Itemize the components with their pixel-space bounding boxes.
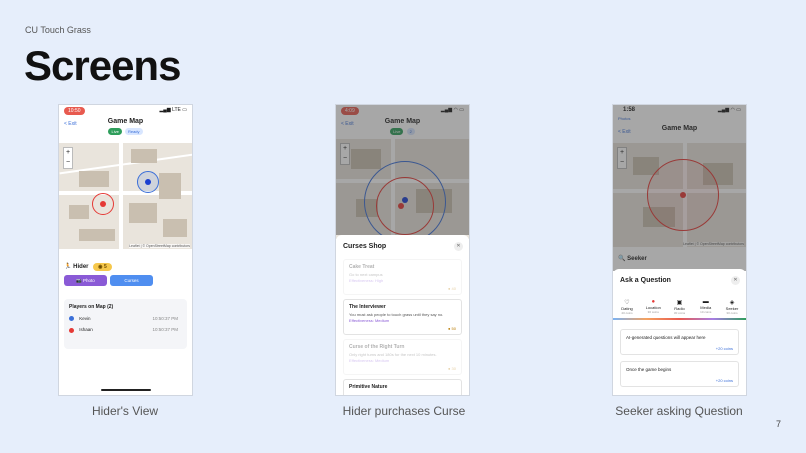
category-dating[interactable]: ♡ Dating 40 coins (617, 299, 637, 315)
close-button[interactable]: ✕ (731, 276, 740, 285)
question-card[interactable]: AI-generated questions will appear here … (620, 329, 739, 355)
status-icons: ▂▄▆ LTE ▭ (159, 107, 187, 113)
page-number: 7 (775, 419, 781, 429)
curse-card[interactable]: The Interviewer You must ask people to t… (343, 299, 462, 335)
question-categories: ♡ Dating 40 coins ● Location 30 coins ▣ Radio… (617, 299, 742, 315)
sheet-title: Curses Shop (343, 243, 387, 250)
player-dot (69, 327, 74, 333)
category-seeker[interactable]: ◈ Seeker 30 coins (722, 299, 742, 315)
map-title: Game Map (107, 118, 144, 125)
question-card[interactable]: Once the game begins +20 coins (620, 361, 739, 387)
player-dot (69, 316, 74, 322)
curses-button[interactable]: Curses (110, 275, 153, 286)
zoom-control[interactable]: + − (63, 147, 73, 169)
photo-button[interactable]: 📷 Photo (64, 275, 107, 286)
caption-hider-view: Hider's View (91, 404, 159, 418)
status-time: 10:50 (64, 107, 85, 115)
badge-row: Live Ready (59, 128, 192, 135)
player-row: Ishaan 10:50:37 PM (69, 327, 182, 333)
caption-curses-shop: Hider purchases Curse (342, 404, 466, 418)
category-radio[interactable]: ▣ Radio 30 coins (670, 299, 690, 315)
home-indicator (101, 389, 151, 391)
ready-badge: Ready (124, 128, 143, 135)
status-bar: 10:50 ▂▄▆ LTE ▭ (59, 105, 192, 117)
seeker-marker (145, 179, 151, 185)
overlay-dim (336, 105, 469, 235)
phone-ask-question: 1:58 ▂▄▆ ◠ ▭ Photos < Exit Game Map + − L… (612, 104, 747, 396)
coin-count: ◉ 5 (93, 263, 112, 271)
curses-shop-sheet: Curses Shop ✕ Cake Treat Go to next camp… (336, 235, 469, 395)
game-map[interactable]: + − Leaflet | © OpenStreetMap contributor… (59, 143, 192, 249)
slide-title: Screens (24, 42, 181, 89)
curse-card[interactable]: Curse of the Right Turn Only right turns… (343, 339, 462, 375)
close-button[interactable]: ✕ (454, 242, 463, 251)
role-label: Hider (73, 264, 89, 270)
coin-icon: ● 30 (448, 366, 456, 371)
category-indicator-bar (613, 318, 746, 320)
map-attribution: Leaflet | © OpenStreetMap contributors (129, 244, 190, 248)
coin-icon: ● 50 (448, 326, 456, 331)
phone-hider-view: 10:50 ▂▄▆ LTE ▭ < Exit Game Map Live Rea… (58, 104, 193, 396)
hider-marker (100, 201, 106, 207)
category-location[interactable]: ● Location 30 coins (643, 299, 663, 315)
role-row: 🏃 Hider ◉ 5 (64, 263, 112, 271)
caption-ask-question: Seeker asking Question (615, 404, 743, 418)
category-media[interactable]: ▬ Media 10 coins (696, 299, 716, 315)
sheet-title: Ask a Question (620, 277, 671, 284)
overlay-dim (613, 105, 746, 271)
curse-card[interactable]: Cake Treat Go to next campus Effectivene… (343, 259, 462, 295)
brand-label: CU Touch Grass (25, 25, 91, 35)
players-title: Players on Map (2) (69, 304, 114, 310)
players-panel: Players on Map (2) Kevin 10:50:37 PM Ish… (64, 299, 187, 349)
ask-question-sheet: Ask a Question ✕ ♡ Dating 40 coins ● Locati… (613, 269, 746, 395)
player-row: Kevin 10:50:37 PM (69, 316, 182, 322)
live-badge: Live (108, 128, 122, 135)
phone-curses-shop: 4:09 ▂▄▆ ◠ ▭ < Exit Game Map Live 2 + − C… (335, 104, 470, 396)
hider-icon: 🏃 (64, 264, 72, 270)
radio-icon: ▣ (676, 300, 683, 306)
nav-bar: < Exit Game Map Live Ready (59, 117, 192, 139)
coin-icon: ● 40 (448, 286, 456, 291)
curse-card[interactable]: Primitive Nature (343, 379, 462, 395)
seeker-icon: ◈ (729, 300, 735, 306)
camera-icon: 📷 (76, 278, 82, 283)
heart-icon: ♡ (624, 300, 630, 306)
